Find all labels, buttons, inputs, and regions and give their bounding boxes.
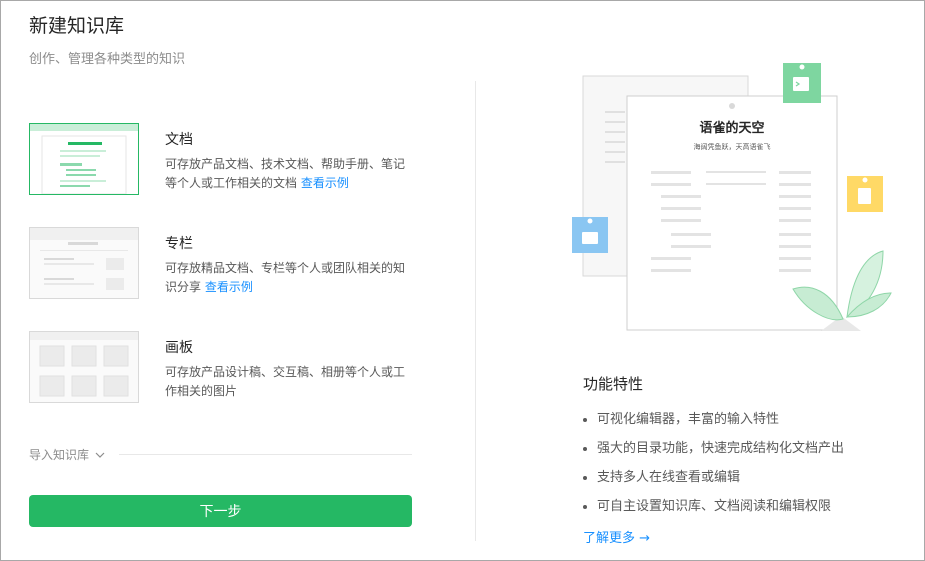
feature-illustration: 语雀的天空 海阔凭鱼跃，天高语雀飞 [561,61,901,351]
import-row: 导入知识库 [29,446,412,464]
type-description: 可存放产品设计稿、交互稿、相册等个人或工作相关的图片 [165,363,415,401]
feature-item: 支持多人在线查看或编辑 [583,467,844,496]
features-title: 功能特性 [583,375,644,393]
next-step-button[interactable]: 下一步 [29,495,412,527]
column-thumbnail [29,227,139,299]
type-description-text: 可存放精品文档、专栏等个人或团队相关的知识分享 [165,261,406,294]
page-title: 新建知识库 [29,15,125,37]
board-thumbnail [29,331,139,403]
type-option-document[interactable]: 文档 可存放产品文档、技术文档、帮助手册、笔记等个人或工作相关的文档 查看示例 [29,123,449,197]
view-example-link[interactable]: 查看示例 [301,176,349,190]
type-description-text: 可存放产品设计稿、交互稿、相册等个人或工作相关的图片 [165,365,406,398]
type-option-column[interactable]: 专栏 可存放精品文档、专栏等个人或团队相关的知识分享 查看示例 [29,227,449,301]
page-subtitle: 创作、管理各种类型的知识 [29,52,186,67]
type-option-board[interactable]: 画板 可存放产品设计稿、交互稿、相册等个人或工作相关的图片 [29,331,449,405]
view-example-link[interactable]: 查看示例 [205,280,253,294]
features-list: 可视化编辑器，丰富的输入特性 强大的目录功能，快速完成结构化文档产出 支持多人在… [583,409,844,525]
illustration-doc-subtitle: 海阔凭鱼跃，天高语雀飞 [694,142,771,151]
feature-item: 强大的目录功能，快速完成结构化文档产出 [583,438,844,467]
document-thumbnail [29,123,139,195]
learn-more-link[interactable]: 了解更多 → [583,527,650,546]
import-label: 导入知识库 [29,448,90,462]
chevron-down-icon [95,452,105,458]
type-description-text: 可存放产品文档、技术文档、帮助手册、笔记等个人或工作相关的文档 [165,157,406,190]
type-name: 文档 [165,132,193,148]
divider [119,454,412,455]
type-description: 可存放精品文档、专栏等个人或团队相关的知识分享 查看示例 [165,259,415,297]
illustration-doc-title: 语雀的天空 [699,120,764,136]
feature-item: 可视化编辑器，丰富的输入特性 [583,409,844,438]
type-name: 专栏 [165,236,193,252]
type-name: 画板 [165,340,193,356]
create-knowledge-base-dialog: 新建知识库 创作、管理各种类型的知识 文档 可存放产品文档、技术文档、帮助手册、… [0,0,925,561]
feature-item: 可自主设置知识库、文档阅读和编辑权限 [583,496,844,525]
import-knowledge-base-toggle[interactable]: 导入知识库 [29,446,105,463]
type-description: 可存放产品文档、技术文档、帮助手册、笔记等个人或工作相关的文档 查看示例 [165,155,415,193]
vertical-divider [475,81,476,541]
